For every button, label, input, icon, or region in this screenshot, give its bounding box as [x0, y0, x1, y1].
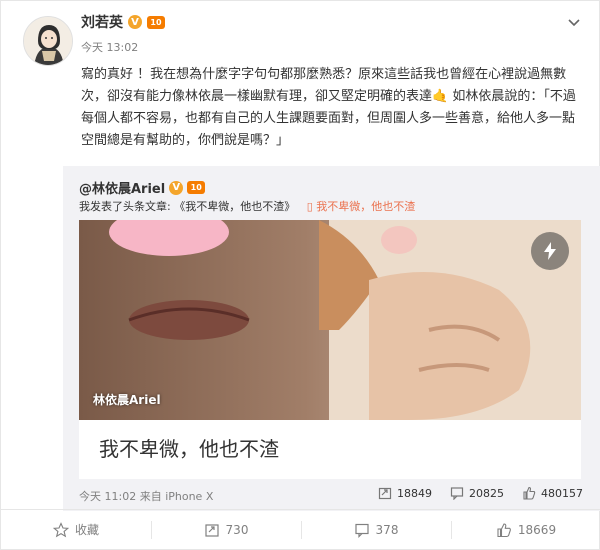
repost-author-name[interactable]: @林依晨Ariel [79, 178, 165, 197]
repost-count-label: 730 [225, 522, 249, 537]
vip-level-icon: 10 [147, 15, 165, 29]
like-count-value: 480157 [541, 486, 583, 500]
repost-text: 我发表了头条文章: 《我不卑微，他也不渣》 ▯ 我不卑微，他也不渣 [79, 198, 415, 214]
article-title[interactable]: 我不卑微，他也不渣 [99, 433, 279, 462]
repost-line-prefix: 我发表了头条文章: [79, 200, 171, 213]
verified-badge-icon: V [169, 180, 184, 195]
like-count-label: 18669 [517, 522, 557, 537]
post-time[interactable]: 今天 13:02 [81, 39, 138, 55]
repost-meta[interactable]: 今天 11:02 来自 iPhone X [79, 488, 213, 504]
comment-count-label: 378 [375, 522, 399, 537]
article-link-secondary[interactable]: ▯ 我不卑微，他也不渣 [307, 200, 416, 213]
author-name[interactable]: 刘若英 [81, 12, 123, 32]
article-card[interactable]: 林依晨Ariel 我不卑微，他也不渣 [79, 220, 581, 479]
repost-icon [378, 487, 392, 500]
avatar[interactable] [23, 16, 73, 66]
thumbs-up-icon [497, 522, 511, 537]
article-doc-icon: ▯ [306, 200, 313, 213]
comment-count[interactable]: 20825 [450, 486, 504, 500]
repost-author[interactable]: @林依晨Ariel V 10 [79, 178, 206, 197]
article-link[interactable]: 《我不卑微，他也不渣》 [174, 200, 295, 213]
star-icon [52, 521, 69, 537]
article-link-label[interactable]: 我不卑微，他也不渣 [316, 200, 415, 213]
lightning-icon [531, 232, 569, 270]
like-count[interactable]: 480157 [522, 486, 583, 500]
article-cover-image: 林依晨Ariel [79, 220, 581, 420]
avatar-illustration [24, 17, 72, 65]
action-toolbar: 收藏 730 378 18669 [1, 509, 600, 549]
thumbs-up-icon [523, 486, 536, 500]
comment-icon [354, 523, 369, 538]
repost-count-value: 18849 [397, 486, 432, 500]
favorite-label: 收藏 [74, 523, 99, 537]
weibo-post: 刘若英 V 10 今天 13:02 寫的真好 ！我在想為什麼字字句句都那麼熟悉？… [0, 0, 600, 550]
verified-badge-icon: V [128, 15, 142, 29]
like-button[interactable]: 18669 [451, 510, 600, 549]
chevron-down-icon[interactable] [567, 15, 581, 29]
comment-button[interactable]: 378 [301, 510, 451, 549]
favorite-button[interactable]: 收藏 [1, 510, 151, 549]
post-text: 寫的真好 ！我在想為什麼字字句句都那麼熟悉？原來這些話我也曾經在心裡說過無數次，… [81, 67, 576, 148]
comment-icon [450, 487, 464, 500]
repost-button[interactable]: 730 [151, 510, 301, 549]
repost-count[interactable]: 18849 [378, 486, 432, 500]
repost-box: @林依晨Ariel V 10 我发表了头条文章: 《我不卑微，他也不渣》 ▯ 我… [63, 166, 600, 511]
repost-icon [204, 523, 219, 537]
post-author[interactable]: 刘若英 V 10 [81, 12, 165, 32]
comment-count-value: 20825 [469, 486, 504, 500]
vip-level-icon: 10 [187, 181, 206, 194]
repost-stats: 18849 20825 480157 [378, 486, 583, 500]
cover-photo [79, 220, 581, 420]
image-watermark: 林依晨Ariel [93, 393, 161, 407]
